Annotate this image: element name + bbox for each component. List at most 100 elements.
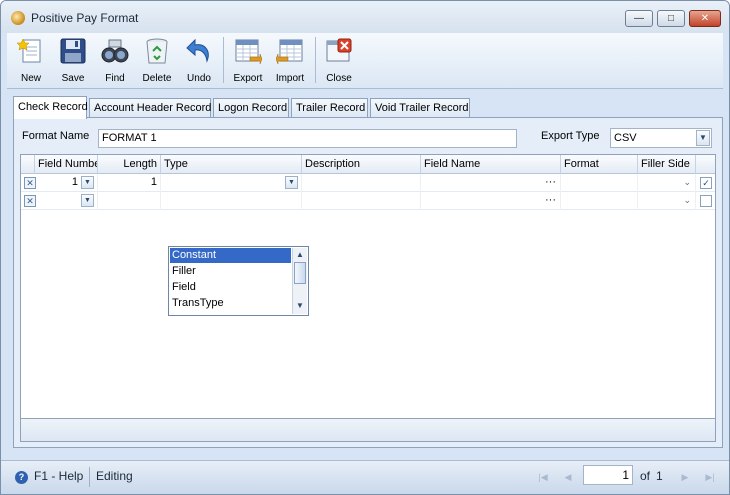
scroll-up-icon[interactable]: ▲ [294, 249, 306, 261]
dropdown-scrollbar[interactable]: ▲ ▼ [292, 248, 307, 314]
new-label: New [20, 73, 41, 84]
description-cell[interactable] [302, 174, 421, 192]
tab-void-trailer-record[interactable]: Void Trailer Record [370, 98, 470, 118]
type-cell[interactable]: ▼ [161, 174, 302, 192]
filler-side-cell[interactable]: ⌄ [638, 192, 696, 210]
find-button[interactable]: Find [95, 35, 135, 87]
check-record-panel: Format Name FORMAT 1 Export Type CSV ▼ F… [13, 117, 723, 448]
export-button[interactable]: Export [228, 35, 268, 87]
status-separator [89, 467, 90, 487]
format-cell[interactable] [561, 174, 638, 192]
chevron-down-icon[interactable]: ▼ [285, 176, 298, 189]
save-label: Save [61, 73, 85, 84]
scroll-thumb[interactable] [294, 262, 306, 284]
page-number-input[interactable]: 1 [583, 465, 633, 485]
positive-pay-format-window: Positive Pay Format — □ ✕ New Save Find … [0, 0, 730, 495]
field-number-cell[interactable]: 1 ▼ [35, 174, 98, 192]
first-page-icon[interactable]: |◀ [536, 470, 550, 484]
of-text: of [640, 469, 651, 483]
format-name-label: Format Name [22, 130, 90, 142]
close-form-icon [326, 38, 352, 62]
filler-side-cell[interactable]: ⌄ [638, 174, 696, 192]
new-button[interactable]: New [11, 35, 51, 87]
undo-button[interactable]: Undo [179, 35, 219, 87]
tab-trailer-record[interactable]: Trailer Record [291, 98, 368, 118]
tab-account-header-record[interactable]: Account Header Record [89, 98, 211, 118]
previous-page-icon[interactable]: ◀ [561, 470, 575, 484]
import-button[interactable]: Import [270, 35, 310, 87]
window-title: Positive Pay Format [31, 11, 139, 25]
description-cell[interactable] [302, 192, 421, 210]
delete-label: Delete [142, 73, 172, 84]
chevron-down-icon[interactable]: ⌄ [683, 192, 691, 209]
save-button[interactable]: Save [53, 35, 93, 87]
chevron-down-icon[interactable]: ⌄ [683, 174, 691, 191]
length-cell[interactable] [98, 192, 161, 210]
help-icon[interactable]: ? [15, 471, 28, 484]
chevron-down-icon[interactable]: ▼ [696, 130, 710, 146]
export-spreadsheet-icon [235, 39, 262, 65]
import-spreadsheet-icon [276, 39, 303, 65]
column-header-length[interactable]: Length [98, 155, 161, 174]
tab-logon-record[interactable]: Logon Record [213, 98, 289, 118]
format-cell[interactable] [561, 192, 638, 210]
option-filler[interactable]: Filler [170, 264, 291, 279]
import-label: Import [275, 73, 305, 84]
type-cell[interactable] [161, 192, 302, 210]
column-header-filler-side[interactable]: Filler Side [638, 155, 696, 174]
tab-check-record[interactable]: Check Record [13, 96, 88, 119]
format-name-input[interactable]: FORMAT 1 [98, 129, 517, 148]
edit-mode-status: Editing [96, 469, 133, 483]
maximize-button[interactable]: □ [657, 10, 685, 27]
total-pages: 1 [656, 469, 663, 483]
export-label: Export [233, 73, 263, 84]
table-row: ✕ ▼ ··· ⌄ [21, 192, 715, 210]
title-bar: Positive Pay Format — □ ✕ [1, 1, 729, 33]
table-row: ✕ 1 ▼ 1 ▼ ··· ⌄ ✓ [21, 174, 715, 192]
toolbar-separator [315, 37, 316, 83]
option-transtype[interactable]: TransType [170, 296, 291, 311]
toolbar-separator [223, 37, 224, 83]
chevron-down-icon[interactable]: ▼ [81, 176, 94, 189]
next-page-icon[interactable]: ▶ [678, 470, 692, 484]
app-icon [11, 11, 25, 25]
undo-arrow-icon [186, 38, 209, 63]
row-checkbox[interactable] [700, 195, 712, 207]
field-name-cell[interactable]: ··· [421, 192, 561, 210]
option-field[interactable]: Field [170, 280, 291, 295]
export-type-value: CSV [614, 132, 637, 144]
column-header-description[interactable]: Description [302, 155, 421, 174]
toolbar: New Save Find Delete Undo Export Import … [7, 33, 723, 89]
delete-button[interactable]: Delete [137, 35, 177, 87]
column-header-selector [21, 155, 35, 174]
field-number-cell[interactable]: ▼ [35, 192, 98, 210]
ellipsis-icon[interactable]: ··· [545, 174, 556, 191]
type-dropdown-list: Constant Filler Field TransType ▲ ▼ [168, 246, 309, 316]
option-constant[interactable]: Constant [170, 248, 291, 263]
column-header-check [696, 155, 715, 174]
chevron-down-icon[interactable]: ▼ [81, 194, 94, 207]
export-type-select[interactable]: CSV ▼ [610, 128, 712, 148]
scroll-down-icon[interactable]: ▼ [294, 300, 306, 312]
close-button[interactable]: Close [319, 35, 359, 87]
column-header-field-number[interactable]: Field Number [35, 155, 98, 174]
grid-footer [21, 418, 715, 441]
row-checkbox[interactable]: ✓ [700, 177, 712, 189]
ellipsis-icon[interactable]: ··· [545, 192, 556, 209]
recycle-bin-icon [146, 38, 168, 64]
length-cell[interactable]: 1 [98, 174, 161, 192]
field-name-cell[interactable]: ··· [421, 174, 561, 192]
help-shortcut[interactable]: F1 - Help [34, 469, 83, 483]
column-header-field-name[interactable]: Field Name [421, 155, 561, 174]
export-type-label: Export Type [541, 130, 600, 142]
status-bar: ? F1 - Help Editing |◀ ◀ 1 of 1 ▶ ▶| [1, 460, 729, 494]
column-header-format[interactable]: Format [561, 155, 638, 174]
close-window-button[interactable]: ✕ [689, 10, 721, 27]
minimize-button[interactable]: — [625, 10, 653, 27]
last-page-icon[interactable]: ▶| [703, 470, 717, 484]
new-document-icon [17, 38, 41, 63]
column-header-type[interactable]: Type [161, 155, 302, 174]
fields-grid: Field Number Length Type Description Fie… [20, 154, 716, 442]
floppy-disk-icon [60, 38, 86, 64]
grid-header: Field Number Length Type Description Fie… [21, 155, 715, 174]
